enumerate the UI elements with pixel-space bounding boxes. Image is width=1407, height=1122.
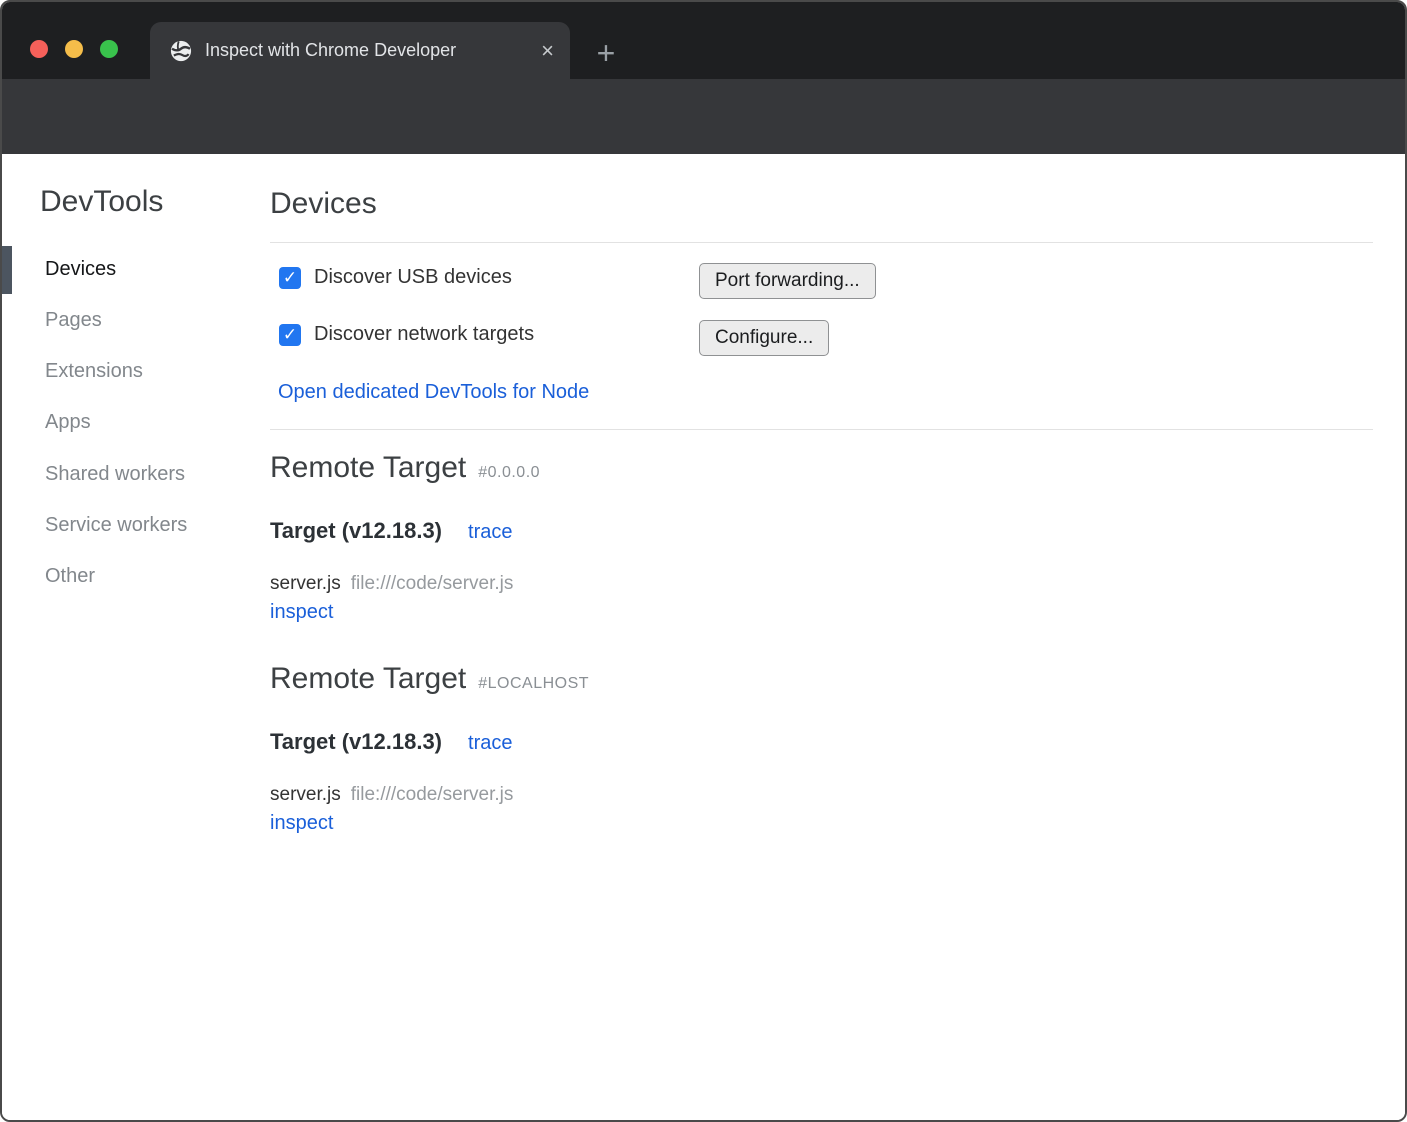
- macos-minimize-button[interactable]: [65, 40, 83, 58]
- sidebar-item-devices[interactable]: Devices: [45, 258, 116, 281]
- page-title: Devices: [270, 187, 377, 221]
- sidebar-title: DevTools: [40, 185, 163, 219]
- target-name: Target (v12.18.3): [270, 729, 442, 754]
- discover-network-label: Discover network targets: [314, 323, 534, 346]
- trace-link[interactable]: trace: [468, 521, 512, 543]
- new-tab-button[interactable]: +: [588, 36, 624, 72]
- sidebar-selection-marker: [2, 246, 12, 294]
- sidebar-item-service-workers[interactable]: Service workers: [45, 514, 187, 537]
- remote-target-title: Remote Target: [270, 662, 466, 695]
- open-node-devtools-link[interactable]: Open dedicated DevTools for Node: [278, 381, 589, 404]
- remote-target-heading: Remote Target #LOCALHOST: [270, 662, 589, 696]
- inspect-link[interactable]: inspect: [270, 601, 333, 624]
- script-url: file:///code/server.js: [351, 573, 514, 594]
- tab-close-icon[interactable]: ×: [541, 40, 554, 62]
- divider: [270, 429, 1373, 430]
- script-row: server.js file:///code/server.js: [270, 784, 513, 806]
- globe-favicon-icon: [170, 40, 192, 62]
- macos-close-button[interactable]: [30, 40, 48, 58]
- script-name: server.js: [270, 784, 341, 805]
- target-name: Target (v12.18.3): [270, 518, 442, 543]
- sidebar-item-extensions[interactable]: Extensions: [45, 360, 143, 383]
- tab-strip: Inspect with Chrome Developer × +: [2, 2, 1405, 79]
- remote-target-title: Remote Target: [270, 451, 466, 484]
- browser-tab[interactable]: Inspect with Chrome Developer ×: [150, 22, 570, 79]
- inspect-link[interactable]: inspect: [270, 812, 333, 835]
- remote-target-heading: Remote Target #0.0.0.0: [270, 451, 540, 485]
- script-url: file:///code/server.js: [351, 784, 514, 805]
- target-row: Target (v12.18.3) trace: [270, 518, 512, 544]
- sidebar-item-other[interactable]: Other: [45, 565, 95, 588]
- discover-usb-label: Discover USB devices: [314, 266, 512, 289]
- configure-button[interactable]: Configure...: [699, 320, 829, 356]
- remote-target-tag: #0.0.0.0: [478, 464, 540, 481]
- macos-zoom-button[interactable]: [100, 40, 118, 58]
- target-row: Target (v12.18.3) trace: [270, 729, 512, 755]
- remote-target-tag: #LOCALHOST: [478, 675, 589, 692]
- browser-window: Inspect with Chrome Developer × + ← → ↻ …: [0, 0, 1407, 1122]
- divider: [270, 242, 1373, 243]
- page-content: DevTools Devices Pages Extensions Apps S…: [2, 154, 1405, 1120]
- script-row: server.js file:///code/server.js: [270, 573, 513, 595]
- tab-title: Inspect with Chrome Developer: [205, 40, 533, 61]
- discover-network-checkbox[interactable]: ✓: [279, 324, 301, 346]
- trace-link[interactable]: trace: [468, 732, 512, 754]
- sidebar-item-pages[interactable]: Pages: [45, 309, 102, 332]
- sidebar-item-shared-workers[interactable]: Shared workers: [45, 463, 185, 486]
- browser-toolbar: ← → ↻ Chrome chrome://inspect/#devices: [2, 79, 1405, 154]
- script-name: server.js: [270, 573, 341, 594]
- discover-usb-checkbox[interactable]: ✓: [279, 267, 301, 289]
- port-forwarding-button[interactable]: Port forwarding...: [699, 263, 876, 299]
- sidebar-item-apps[interactable]: Apps: [45, 411, 91, 434]
